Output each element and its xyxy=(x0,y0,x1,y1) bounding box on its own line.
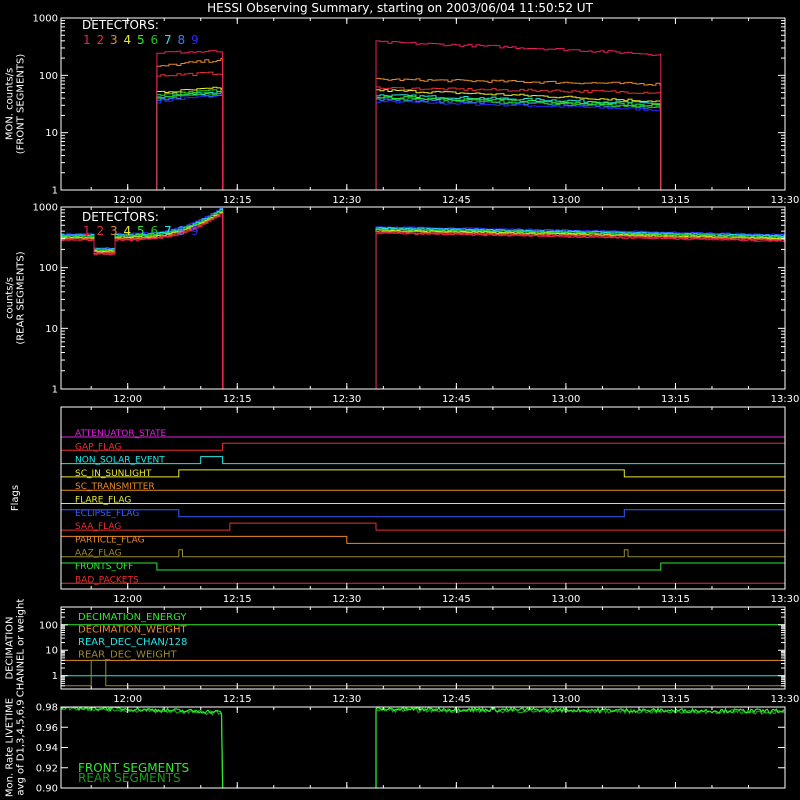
decimation-legend-entry: REAR_DEC_CHAN/128 xyxy=(78,637,187,648)
decimation-time-tick-label: 12:15 xyxy=(223,694,252,705)
rear-ylabel-line: (REAR SEGMENTS) xyxy=(16,251,27,344)
front-ytick-label: 100 xyxy=(39,71,58,82)
decimation-ylabel-line: DECIMATION xyxy=(5,616,16,679)
rear-legend-entry-4: 4 xyxy=(124,224,132,238)
rear-legend-title: DETECTORS: xyxy=(82,210,159,224)
decimation-ylabel-line: CHANNEL or weight xyxy=(16,599,27,698)
front-time-tick-label: 13:30 xyxy=(771,195,800,206)
flag-label-aaz_flag: AAZ_FLAG xyxy=(75,549,122,559)
rear-ytick-label: 1000 xyxy=(33,203,58,214)
front-time-tick-label: 12:45 xyxy=(442,195,471,206)
front-time-tick-label: 12:15 xyxy=(223,195,252,206)
front-legend-entry-5: 5 xyxy=(137,33,145,47)
decimation-ytick-label: 100 xyxy=(39,620,58,631)
decimation-legend-entry: DECIMATION_WEIGHT xyxy=(78,625,187,636)
flags-time-tick-label: 12:00 xyxy=(113,594,142,605)
rear-ytick-label: 100 xyxy=(39,263,58,274)
flags-time-tick-label: 13:00 xyxy=(551,594,580,605)
flag-label-saa_flag: SAA_FLAG xyxy=(75,522,121,532)
rear-time-tick-label: 12:30 xyxy=(332,394,361,405)
flags-time-tick-label: 12:15 xyxy=(223,594,252,605)
front-legend-entry-2: 2 xyxy=(97,33,105,47)
front-ytick-label: 1000 xyxy=(33,14,58,25)
decimation-time-tick-label: 13:15 xyxy=(661,694,690,705)
rear-legend-entry-3: 3 xyxy=(110,224,118,238)
rear-ytick-label: 1 xyxy=(52,385,58,396)
livetime-ylabel-line: Mon. Rate LIVETIME xyxy=(5,698,16,797)
decimation-time-tick-label: 12:00 xyxy=(113,694,142,705)
rear-legend-entry-2: 2 xyxy=(97,224,105,238)
rear-legend-entry-8: 8 xyxy=(178,224,186,238)
chart-title: HESSI Observing Summary, starting on 200… xyxy=(207,1,593,15)
livetime-ytick-label: 0.98 xyxy=(36,703,58,714)
decimation-ytick-label: 10 xyxy=(45,646,58,657)
livetime-ytick-label: 0.94 xyxy=(36,743,58,754)
front-legend-entry-9: 9 xyxy=(191,33,199,47)
rear-ylabel-line: counts/s xyxy=(5,277,16,319)
flag-label-bad_packets: BAD_PACKETS xyxy=(75,575,139,585)
front-legend-entry-7: 7 xyxy=(164,33,172,47)
flag-label-sc_in_sunlight: SC_IN_SUNLIGHT xyxy=(75,469,152,479)
flags-time-tick-label: 12:45 xyxy=(442,594,471,605)
rear-legend-entry-9: 9 xyxy=(191,224,199,238)
front-ytick-label: 1 xyxy=(52,186,58,197)
front-ylabel-line: (FRONT SEGMENTS) xyxy=(16,54,27,155)
front-legend-entry-6: 6 xyxy=(151,33,159,47)
front-time-tick-label: 13:15 xyxy=(661,195,690,206)
front-ylabel: MON. counts/s (FRONT SEGMENTS) xyxy=(5,54,27,155)
decimation-time-tick-label: 13:00 xyxy=(551,694,580,705)
livetime-legend-entry: REAR SEGMENTS xyxy=(78,771,181,785)
flags-time-tick-label: 12:30 xyxy=(332,594,361,605)
rear-time-tick-label: 13:15 xyxy=(661,394,690,405)
rear-time-tick-label: 12:00 xyxy=(113,394,142,405)
decimation-legend-entry: DECIMATION_ENERGY xyxy=(78,612,187,623)
rear-legend-entry-5: 5 xyxy=(137,224,145,238)
observing-summary-chart: HESSI Observing Summary, starting on 200… xyxy=(0,0,800,800)
rear-legend-entry-6: 6 xyxy=(151,224,159,238)
front-time-tick-label: 12:00 xyxy=(113,195,142,206)
rear-legend-entry-7: 7 xyxy=(164,224,172,238)
flags-time-tick-label: 13:30 xyxy=(771,594,800,605)
front-legend-entry-1: 1 xyxy=(83,33,91,47)
front-ylabel-line: MON. counts/s xyxy=(5,68,16,140)
flags-ylabel-line: Flags xyxy=(10,485,21,511)
front-legend-entry-8: 8 xyxy=(178,33,186,47)
front-time-tick-label: 13:00 xyxy=(551,195,580,206)
livetime-ytick-label: 0.92 xyxy=(36,763,58,774)
livetime-ylabel: Mon. Rate LIVETIME avg of D1,3,4,5,6,9 xyxy=(5,698,27,797)
flag-label-fronts_off: FRONTS_OFF xyxy=(75,562,133,572)
decimation-ytick-label: 1 xyxy=(52,671,58,682)
front-legend-entry-4: 4 xyxy=(124,33,132,47)
flags-ylabel: Flags xyxy=(10,485,21,511)
flag-label-non_solar_event: NON_SOLAR_EVENT xyxy=(75,456,165,466)
rear-time-tick-label: 13:30 xyxy=(771,394,800,405)
front-time-tick-label: 12:30 xyxy=(332,195,361,206)
rear-legend-entry-1: 1 xyxy=(83,224,91,238)
rear-time-tick-label: 13:00 xyxy=(551,394,580,405)
flag-label-eclipse_flag: ECLIPSE_FLAG xyxy=(75,509,139,519)
flag-label-particle_flag: PARTICLE_FLAG xyxy=(75,535,145,545)
front-legend-title: DETECTORS: xyxy=(82,18,159,32)
livetime-ytick-label: 0.96 xyxy=(36,723,58,734)
front-legend-entry-3: 3 xyxy=(110,33,118,47)
flag-label-gap_flag: GAP_FLAG xyxy=(75,442,121,452)
flag-label-flare_flag: FLARE_FLAG xyxy=(75,496,131,506)
rear-time-tick-label: 12:45 xyxy=(442,394,471,405)
livetime-ytick-label: 0.90 xyxy=(36,784,58,795)
rear-time-tick-label: 12:15 xyxy=(223,394,252,405)
flag-label-sc_transmitter: SC_TRANSMITTER xyxy=(75,482,155,492)
decimation-time-tick-label: 12:45 xyxy=(442,694,471,705)
rear-ytick-label: 10 xyxy=(45,324,58,335)
decimation-legend-entry: REAR_DEC_WEIGHT xyxy=(78,650,177,661)
decimation-time-tick-label: 12:30 xyxy=(332,694,361,705)
front-ytick-label: 10 xyxy=(45,128,58,139)
decimation-time-tick-label: 13:30 xyxy=(771,694,800,705)
flag-label-attenuator_state: ATTENUATOR_STATE xyxy=(75,429,167,439)
flags-time-tick-label: 13:15 xyxy=(661,594,690,605)
livetime-ylabel-line: avg of D1,3,4,5,6,9 xyxy=(16,699,27,795)
